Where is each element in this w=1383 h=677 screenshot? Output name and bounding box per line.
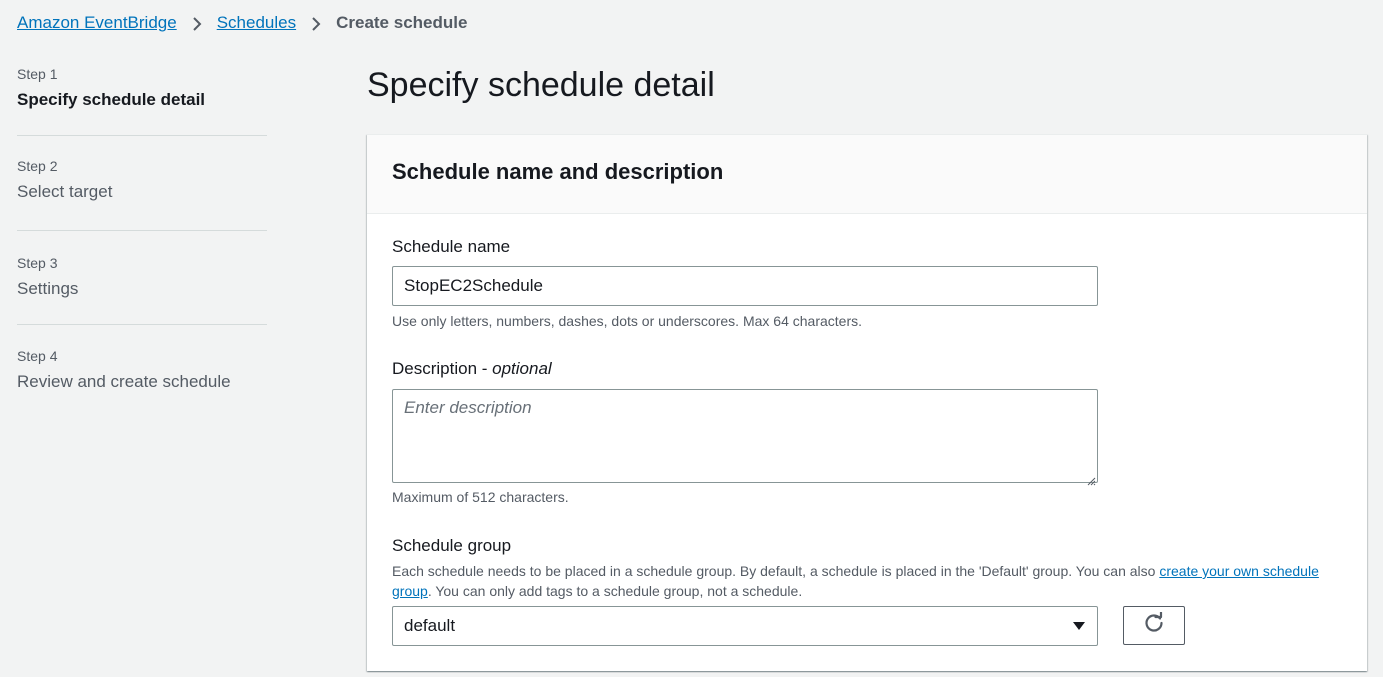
schedule-group-select[interactable]: default [392,606,1098,646]
page-title: Specify schedule detail [367,66,715,104]
step-number: Step 3 [17,255,58,271]
breadcrumb-schedules-link[interactable]: Schedules [217,11,296,35]
description-label: Description - optional [392,358,552,380]
wizard-steps-nav: Step 1 Specify schedule detail Step 2 Se… [17,62,267,418]
chevron-right-icon [177,11,217,35]
group-hint-text: Each schedule needs to be placed in a sc… [392,563,1160,579]
breadcrumb-eventbridge-link[interactable]: Amazon EventBridge [17,11,177,35]
schedule-group-hint: Each schedule needs to be placed in a sc… [392,561,1342,601]
breadcrumb: Amazon EventBridge Schedules Create sche… [17,11,467,35]
wizard-step-4: Step 4 Review and create schedule [17,325,267,418]
description-label-text: Description - [392,359,493,378]
step-number: Step 1 [17,66,58,82]
step-number: Step 2 [17,158,58,174]
step-title: Review and create schedule [17,372,231,391]
step-number: Step 4 [17,348,58,364]
panel-header: Schedule name and description [367,135,1367,214]
wizard-step-2: Step 2 Select target [17,136,267,230]
optional-tag: optional [492,359,552,378]
schedule-group-label: Schedule group [392,536,512,555]
breadcrumb-current: Create schedule [336,13,468,32]
schedule-name-input[interactable]: StopEC2Schedule [392,266,1098,306]
refresh-button[interactable] [1123,606,1185,645]
schedule-group-row: default [367,606,1367,646]
schedule-name-description-panel: Schedule name and description Schedule n… [367,134,1367,671]
step-title: Settings [17,279,79,298]
step-title: Select target [17,182,113,201]
group-hint-text-end: . You can only add tags to a schedule gr… [427,583,803,599]
chevron-right-icon [296,11,336,35]
schedule-name-label: Schedule name [392,237,511,256]
description-textarea[interactable]: Enter description [392,389,1098,486]
schedule-name-hint: Use only letters, numbers, dashes, dots … [392,313,862,329]
schedule-group-value: default [404,616,456,635]
panel-title: Schedule name and description [392,159,724,184]
refresh-icon [1143,611,1165,639]
wizard-step-3: Step 3 Settings [17,231,267,324]
resize-handle-icon[interactable] [1086,471,1096,486]
caret-down-icon [1072,616,1086,636]
wizard-step-1: Step 1 Specify schedule detail [17,62,267,135]
description-placeholder: Enter description [404,398,532,417]
schedule-name-field: Schedule name [392,236,510,258]
description-hint: Maximum of 512 characters. [392,489,569,505]
step-title: Specify schedule detail [17,90,206,109]
